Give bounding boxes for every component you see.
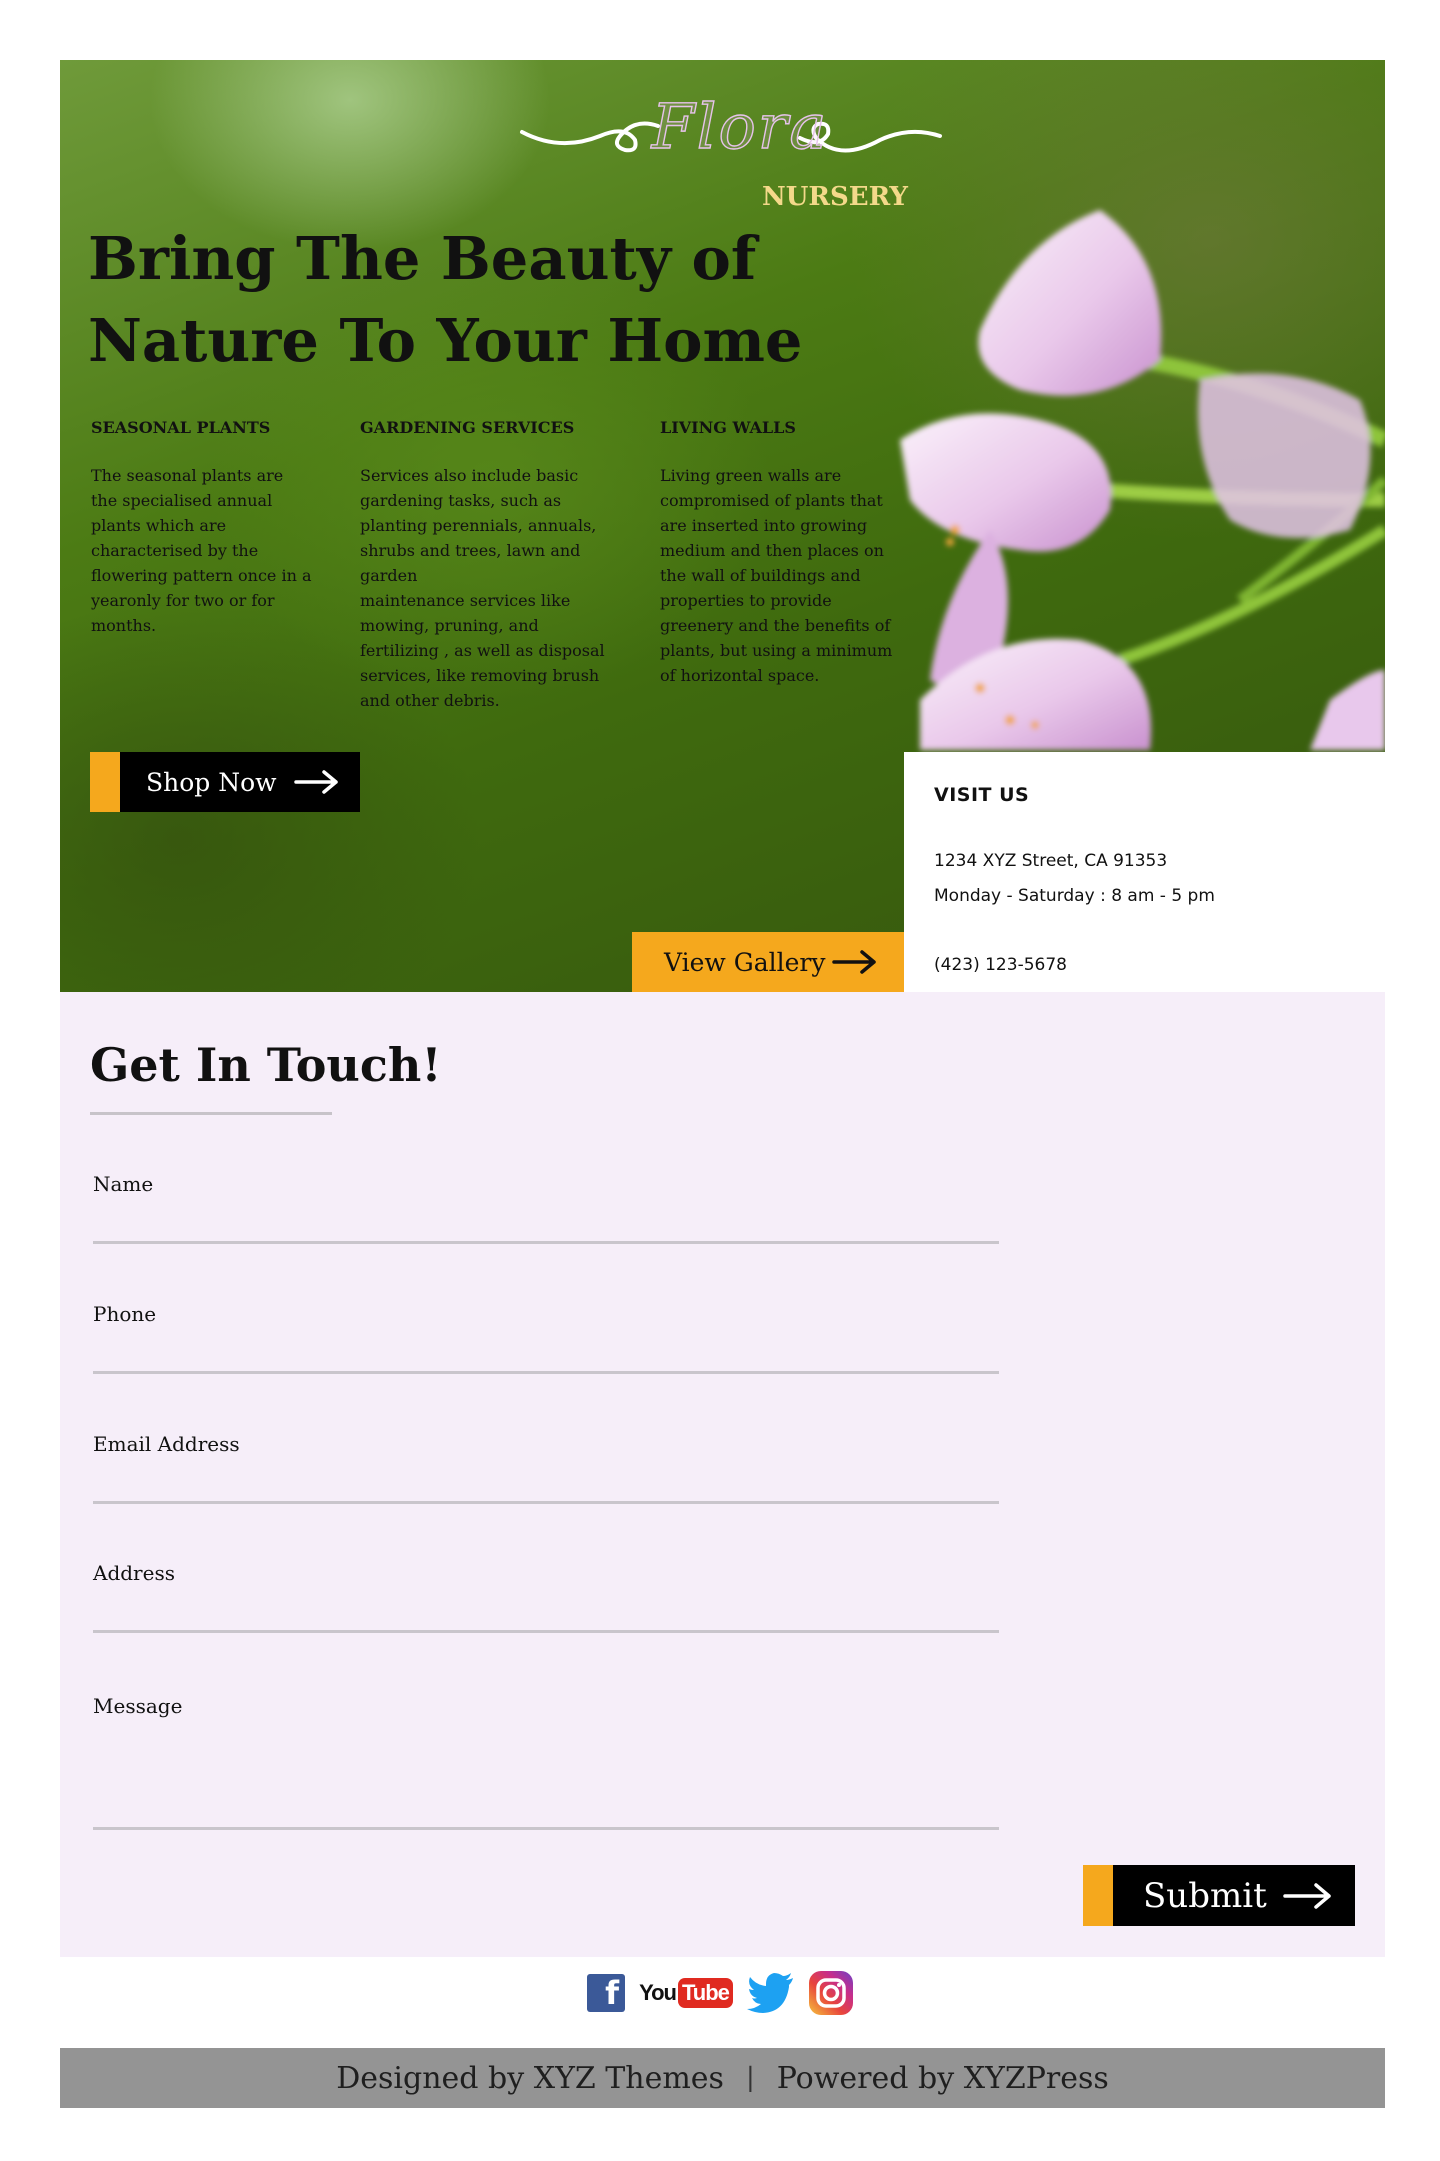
visit-hours: Monday - Saturday : 8 am - 5 pm xyxy=(934,886,1215,906)
contact-section: Get In Touch! Name Phone Email Address A… xyxy=(60,992,1385,1957)
shop-now-label: Shop Now xyxy=(146,767,277,797)
visit-phone[interactable]: (423) 123-5678 xyxy=(934,948,1355,983)
message-field: Message xyxy=(93,1694,999,1830)
view-gallery-button[interactable]: View Gallery xyxy=(632,932,904,992)
facebook-glyph: f xyxy=(605,1974,620,2012)
title-underline xyxy=(90,1112,332,1115)
twitter-bird-shape xyxy=(746,1973,793,2013)
seasonal-plants-column: SEASONAL PLANTS The seasonal plants are … xyxy=(91,418,331,638)
phone-label: Phone xyxy=(93,1302,157,1326)
hero-title: Bring The Beauty of Nature To Your Home xyxy=(88,218,808,382)
email-field: Email Address xyxy=(93,1432,999,1504)
phone-field: Phone xyxy=(93,1302,999,1374)
column-text: Services also include basic gardening ta… xyxy=(360,466,605,710)
logo-script-text: Flora xyxy=(651,89,829,163)
message-textarea[interactable] xyxy=(93,1718,999,1830)
button-accent-bar xyxy=(90,752,120,812)
column-heading: GARDENING SERVICES xyxy=(360,418,575,437)
twitter-icon[interactable] xyxy=(746,1973,795,2013)
facebook-icon[interactable]: f xyxy=(587,1974,626,2012)
youtube-icon[interactable]: You Tube xyxy=(639,1975,733,2011)
address-input[interactable] xyxy=(93,1585,999,1633)
gardening-services-column: GARDENING SERVICES Services also include… xyxy=(360,418,630,713)
arrow-right-icon xyxy=(1283,1882,1331,1909)
visit-us-card: VISIT US 1234 XYZ Street, CA 91353 Monda… xyxy=(904,752,1385,992)
youtube-tube-text: Tube xyxy=(678,1978,733,2008)
youtube-you-text: You xyxy=(639,1980,677,2005)
message-label: Message xyxy=(93,1694,183,1718)
contact-title: Get In Touch! xyxy=(90,1038,442,1092)
view-gallery-label: View Gallery xyxy=(664,947,826,977)
visit-us-heading: VISIT US xyxy=(934,784,1030,806)
button-accent-bar xyxy=(1083,1865,1113,1926)
living-walls-column: LIVING WALLS Living green walls are comp… xyxy=(660,418,920,688)
column-text: The seasonal plants are the specialised … xyxy=(91,466,312,635)
submit-button-body[interactable]: Submit xyxy=(1113,1865,1355,1926)
footer-separator: | xyxy=(745,2063,755,2093)
email-input[interactable] xyxy=(93,1456,999,1504)
email-label: Email Address xyxy=(93,1432,240,1456)
social-links: f You Tube xyxy=(0,1968,1440,2018)
address-field: Address xyxy=(93,1561,999,1633)
footer-bar: Designed by XYZ Themes | Powered by XYZP… xyxy=(60,2048,1385,2108)
column-text: Living green walls are compromised of pl… xyxy=(660,466,893,685)
name-field: Name xyxy=(93,1172,999,1244)
name-label: Name xyxy=(93,1172,154,1196)
address-label: Address xyxy=(93,1561,175,1585)
phone-input[interactable] xyxy=(93,1326,999,1374)
logo-subtitle: NURSERY xyxy=(761,182,908,212)
visit-address: 1234 XYZ Street, CA 91353 xyxy=(934,851,1168,871)
submit-button[interactable]: Submit xyxy=(1083,1865,1355,1926)
flora-nursery-logo[interactable]: Flora NURSERY xyxy=(460,70,1000,220)
submit-label: Submit xyxy=(1143,1875,1267,1916)
powered-by-text[interactable]: Powered by XYZPress xyxy=(777,2061,1109,2096)
column-heading: LIVING WALLS xyxy=(660,418,796,437)
arrow-right-icon xyxy=(832,950,876,974)
hero-title-line-1: Bring The Beauty of xyxy=(88,224,757,293)
hero-title-line-2: Nature To Your Home xyxy=(88,306,803,375)
instagram-camera-shape xyxy=(816,1978,846,2008)
instagram-icon[interactable] xyxy=(808,1971,853,2015)
designed-by-text[interactable]: Designed by XYZ Themes xyxy=(336,2061,724,2096)
arrow-right-icon xyxy=(294,770,338,794)
shop-now-button-body[interactable]: Shop Now xyxy=(120,752,360,812)
name-input[interactable] xyxy=(93,1196,999,1244)
column-heading: SEASONAL PLANTS xyxy=(91,418,271,437)
shop-now-button[interactable]: Shop Now xyxy=(90,752,360,812)
